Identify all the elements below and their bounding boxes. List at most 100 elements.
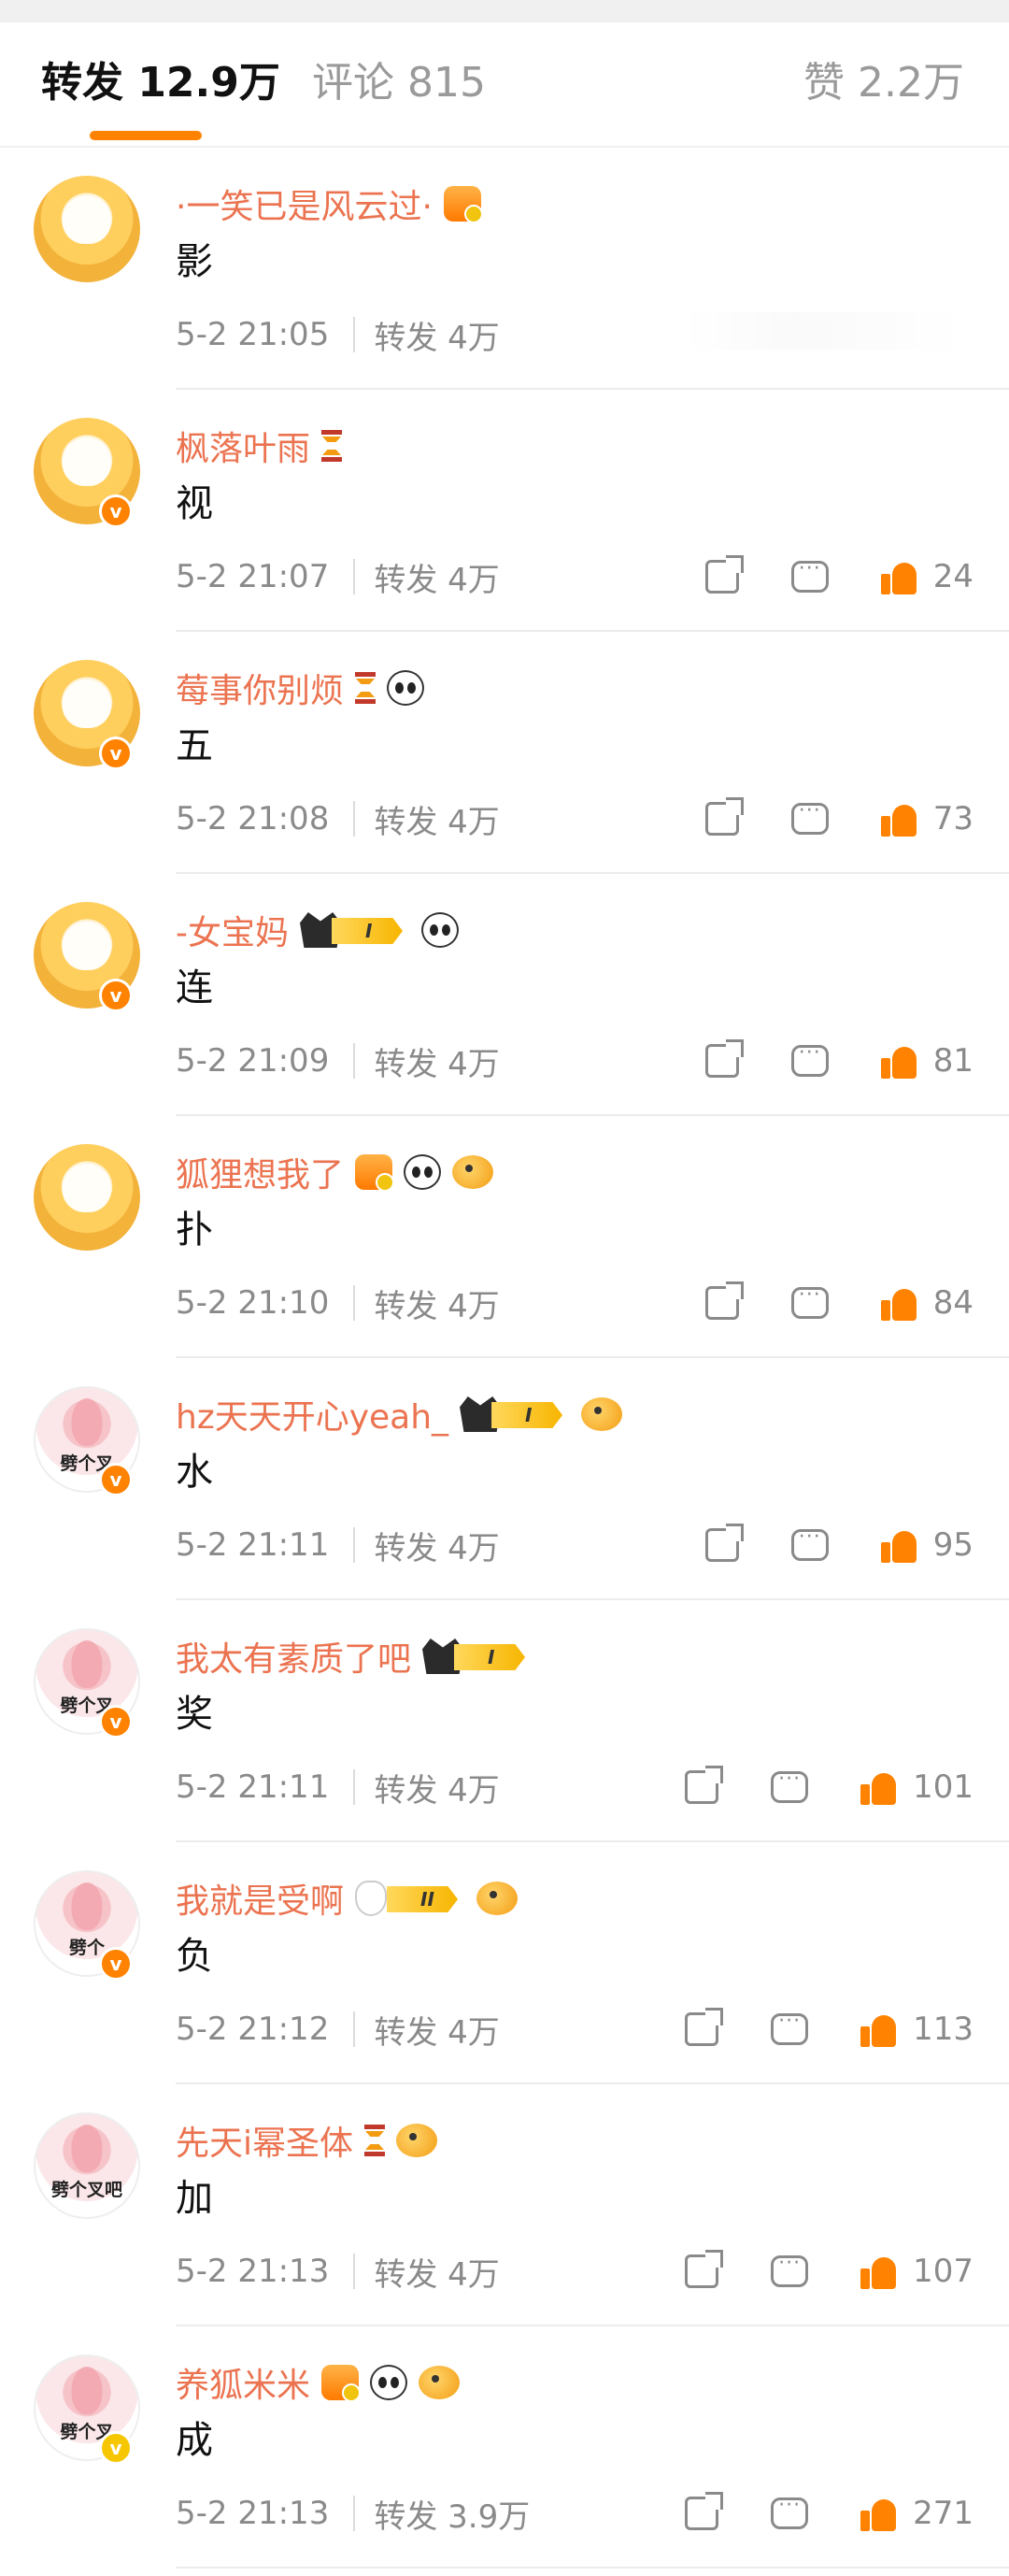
meta-divider <box>353 2011 356 2047</box>
comment-icon[interactable] <box>771 2494 809 2529</box>
comment-icon[interactable] <box>771 2010 809 2045</box>
repost-item[interactable]: 劈个叉吧 先天i幂圣体加 5-2 21:13 转发 4万 107 <box>0 2084 1009 2326</box>
repost-meta: 5-2 21:13 转发 4万 <box>176 2251 500 2294</box>
repost-count: 转发 4万 <box>374 2013 500 2052</box>
share-icon[interactable] <box>685 2492 724 2530</box>
fish-icon <box>419 2366 461 2399</box>
meta-divider <box>353 1769 356 1805</box>
tab-reposts[interactable]: 转发 12.9万 <box>41 58 280 108</box>
comment-icon[interactable] <box>790 1525 829 1561</box>
share-icon[interactable] <box>685 2250 724 2288</box>
share-icon[interactable] <box>685 2008 724 2046</box>
tab-comments[interactable]: 评论 815 <box>312 58 486 108</box>
avatar[interactable] <box>34 176 140 282</box>
repost-meta: 5-2 21:11 转发 4万 <box>176 1524 500 1567</box>
repost-item[interactable]: 劈个叉v我太有素质了吧I奖5-2 21:11转发 4万101 <box>0 1600 1009 1842</box>
username-line: 养狐米米 <box>176 2356 461 2409</box>
vip-badge: I <box>300 912 410 948</box>
username[interactable]: 莓事你别烦 <box>176 664 344 712</box>
repost-count: 转发 4万 <box>374 319 500 357</box>
like-button[interactable]: 73 <box>880 800 973 837</box>
like-count: 113 <box>913 2011 973 2048</box>
username-line: ·一笑已是风云过· <box>176 178 483 230</box>
vip-badge: I <box>460 1396 570 1432</box>
comment-icon[interactable] <box>790 1041 829 1077</box>
repost-item[interactable]: v 莓事你别烦五 5-2 21:08 转发 4万 73 <box>0 632 1009 874</box>
thumbs-up-icon <box>860 2011 897 2047</box>
username[interactable]: 我就是受啊 <box>176 1874 344 1923</box>
repost-text: 负 <box>176 1935 213 1978</box>
username[interactable]: 枫落叶雨 <box>176 422 310 470</box>
crown-badge <box>321 2365 362 2402</box>
thumbs-up-icon <box>880 1527 917 1563</box>
repost-text: 奖 <box>176 1693 213 1736</box>
faded-actions <box>684 312 964 350</box>
status-gap <box>0 0 1009 22</box>
active-tab-indicator <box>90 131 202 140</box>
repost-item[interactable]: 劈个叉v养狐米米成5-2 21:13转发 3.9万271 <box>0 2326 1009 2569</box>
vip-bunny-badge: II <box>355 1881 465 1916</box>
repost-count: 转发 4万 <box>374 1529 500 1567</box>
username[interactable]: -女宝妈 <box>176 906 289 954</box>
fish-icon <box>476 1882 519 1915</box>
tab-likes[interactable]: 赞 2.2万 <box>803 58 964 108</box>
comment-icon[interactable] <box>790 1283 829 1319</box>
like-button[interactable]: 95 <box>880 1526 973 1564</box>
like-button[interactable]: 81 <box>880 1042 973 1080</box>
username[interactable]: 狐狸想我了 <box>176 1148 344 1196</box>
share-icon[interactable] <box>704 555 744 594</box>
repost-text: 五 <box>176 724 213 767</box>
repost-meta: 5-2 21:11 转发 4万 <box>176 1767 500 1810</box>
repost-text: 影 <box>176 240 213 283</box>
username-line: 枫落叶雨 <box>176 420 343 472</box>
repost-actions: 107 <box>685 2249 973 2294</box>
repost-text: 视 <box>176 482 213 525</box>
username[interactable]: hz天天开心yeah_ <box>176 1390 448 1438</box>
share-icon[interactable] <box>704 1281 744 1320</box>
repost-count: 转发 4万 <box>374 2255 500 2294</box>
share-icon[interactable] <box>704 1524 744 1562</box>
repost-text: 连 <box>176 966 213 1009</box>
repost-item[interactable]: 劈个v我就是受啊II负5-2 21:12转发 4万113 <box>0 1842 1009 2084</box>
like-button[interactable]: 107 <box>860 2253 973 2290</box>
like-count: 84 <box>932 1284 973 1322</box>
like-count: 73 <box>932 800 973 837</box>
tab-bar: 转发 12.9万 评论 815 赞 2.2万 <box>0 22 1009 148</box>
like-button[interactable]: 24 <box>880 558 973 595</box>
repost-item[interactable]: 劈个叉vhz天天开心yeah_I水5-2 21:11转发 4万95 <box>0 1358 1009 1600</box>
like-button[interactable]: 84 <box>880 1284 973 1322</box>
comment-icon[interactable] <box>790 557 829 593</box>
comment-icon[interactable] <box>790 799 829 835</box>
repost-item[interactable]: ·一笑已是风云过· 影 5-2 21:05 转发 4万 <box>0 148 1009 390</box>
username[interactable]: 我太有素质了吧 <box>176 1632 411 1681</box>
username-line: hz天天开心yeah_ I <box>176 1388 623 1440</box>
username[interactable]: ·一笑已是风云过· <box>176 179 433 228</box>
repost-item[interactable]: v 枫落叶雨视 5-2 21:07 转发 4万 24 <box>0 390 1009 632</box>
repost-text: 水 <box>176 1451 213 1494</box>
thumbs-up-icon <box>860 2496 897 2531</box>
repost-meta: 5-2 21:10 转发 4万 <box>176 1282 500 1325</box>
repost-actions: 84 <box>704 1281 973 1325</box>
like-button[interactable]: 271 <box>860 2495 973 2532</box>
like-button[interactable]: 113 <box>860 2011 973 2048</box>
meta-divider <box>353 317 356 352</box>
avatar[interactable] <box>34 1144 140 1251</box>
username[interactable]: 先天i幂圣体 <box>176 2116 353 2165</box>
repost-meta: 5-2 21:08 转发 4万 <box>176 798 500 841</box>
username[interactable]: 养狐米米 <box>176 2358 310 2407</box>
repost-count: 转发 4万 <box>374 1771 500 1810</box>
share-icon[interactable] <box>704 1039 744 1078</box>
repost-meta: 5-2 21:05 转发 4万 <box>176 314 500 357</box>
share-icon[interactable] <box>685 1766 724 1804</box>
repost-item[interactable]: 狐狸想我了扑 5-2 21:10 转发 4万 84 <box>0 1116 1009 1358</box>
comment-icon[interactable] <box>771 1767 809 1803</box>
username-line: 我太有素质了吧 I <box>176 1630 533 1682</box>
avatar[interactable]: 劈个叉吧 <box>34 2112 140 2219</box>
comment-icon[interactable] <box>771 2252 809 2287</box>
like-button[interactable]: 101 <box>860 1768 973 1806</box>
share-icon[interactable] <box>704 797 744 836</box>
repost-item[interactable]: v -女宝妈 I 连 5-2 21:09 转发 4万 81 <box>0 874 1009 1116</box>
timestamp: 5-2 21:13 <box>176 2253 330 2290</box>
panda-icon <box>421 912 459 948</box>
panda-icon <box>404 1154 442 1190</box>
